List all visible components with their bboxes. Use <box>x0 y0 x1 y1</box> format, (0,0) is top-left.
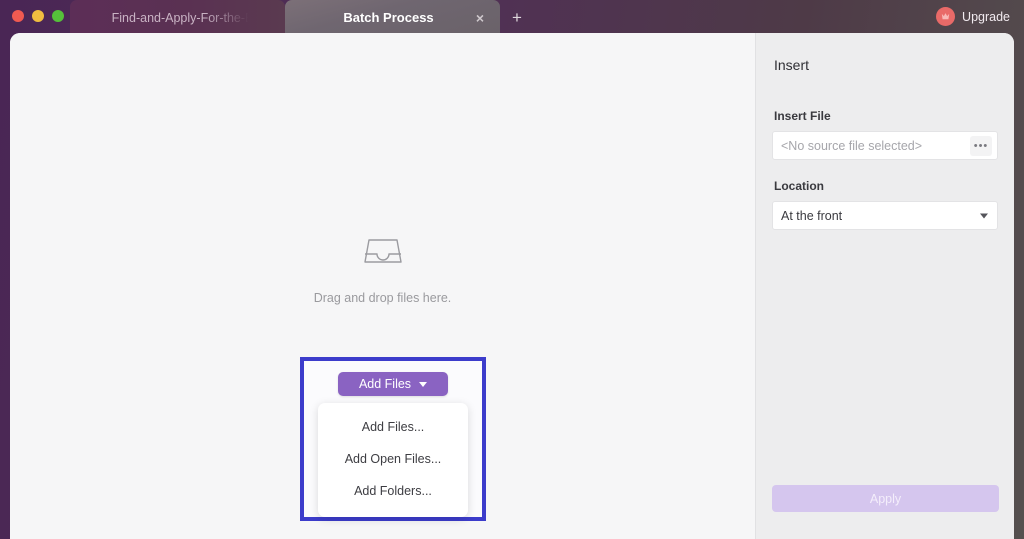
upgrade-label: Upgrade <box>962 10 1010 24</box>
menu-item-add-folders[interactable]: Add Folders... <box>318 475 468 507</box>
close-icon[interactable]: × <box>472 10 488 26</box>
inbox-tray-icon <box>362 233 404 273</box>
apply-label: Apply <box>870 492 901 506</box>
add-files-button[interactable]: Add Files <box>338 372 448 396</box>
crown-icon <box>936 7 955 26</box>
drop-zone[interactable]: Drag and drop files here. <box>233 233 533 305</box>
add-files-dropdown-menu: Add Files... Add Open Files... Add Folde… <box>318 403 468 517</box>
caret-down-icon <box>980 213 988 218</box>
insert-file-field[interactable]: <No source file selected> ••• <box>772 131 998 160</box>
tab-bar: Find-and-Apply-For-the-B Batch Process ×… <box>70 0 534 35</box>
maximize-window-button[interactable] <box>52 10 64 22</box>
insert-file-value: <No source file selected> <box>781 139 922 153</box>
location-value: At the front <box>781 209 842 223</box>
location-label: Location <box>772 179 998 193</box>
plus-icon[interactable]: + <box>500 0 534 35</box>
browse-ellipsis-icon[interactable]: ••• <box>970 136 992 156</box>
tab-batch-process[interactable]: Batch Process × <box>285 0 500 35</box>
add-files-highlight-region: Add Files Add Files... Add Open Files...… <box>300 357 486 521</box>
menu-item-add-open-files[interactable]: Add Open Files... <box>318 443 468 475</box>
tab-find-and-apply[interactable]: Find-and-Apply-For-the-B <box>70 0 285 35</box>
menu-item-add-files[interactable]: Add Files... <box>318 411 468 443</box>
insert-file-label: Insert File <box>772 109 998 123</box>
caret-down-icon <box>419 382 427 387</box>
traffic-lights <box>12 10 64 22</box>
close-window-button[interactable] <box>12 10 24 22</box>
app-window: Find-and-Apply-For-the-B Batch Process ×… <box>0 0 1024 539</box>
panel-title: Insert <box>772 57 998 73</box>
titlebar: Find-and-Apply-For-the-B Batch Process ×… <box>0 0 1024 35</box>
batch-process-main-area[interactable]: Drag and drop files here. Add Files Add … <box>10 33 755 539</box>
tab-label: Batch Process <box>343 10 441 25</box>
app-body: Drag and drop files here. Add Files Add … <box>10 33 1014 539</box>
insert-panel: Insert Insert File <No source file selec… <box>755 33 1014 539</box>
minimize-window-button[interactable] <box>32 10 44 22</box>
tab-label: Find-and-Apply-For-the-B <box>102 11 254 25</box>
location-select[interactable]: At the front <box>772 201 998 230</box>
drop-instruction-text: Drag and drop files here. <box>314 291 452 305</box>
upgrade-button[interactable]: Upgrade <box>936 7 1010 26</box>
add-files-label: Add Files <box>359 377 411 391</box>
apply-button[interactable]: Apply <box>772 485 999 512</box>
